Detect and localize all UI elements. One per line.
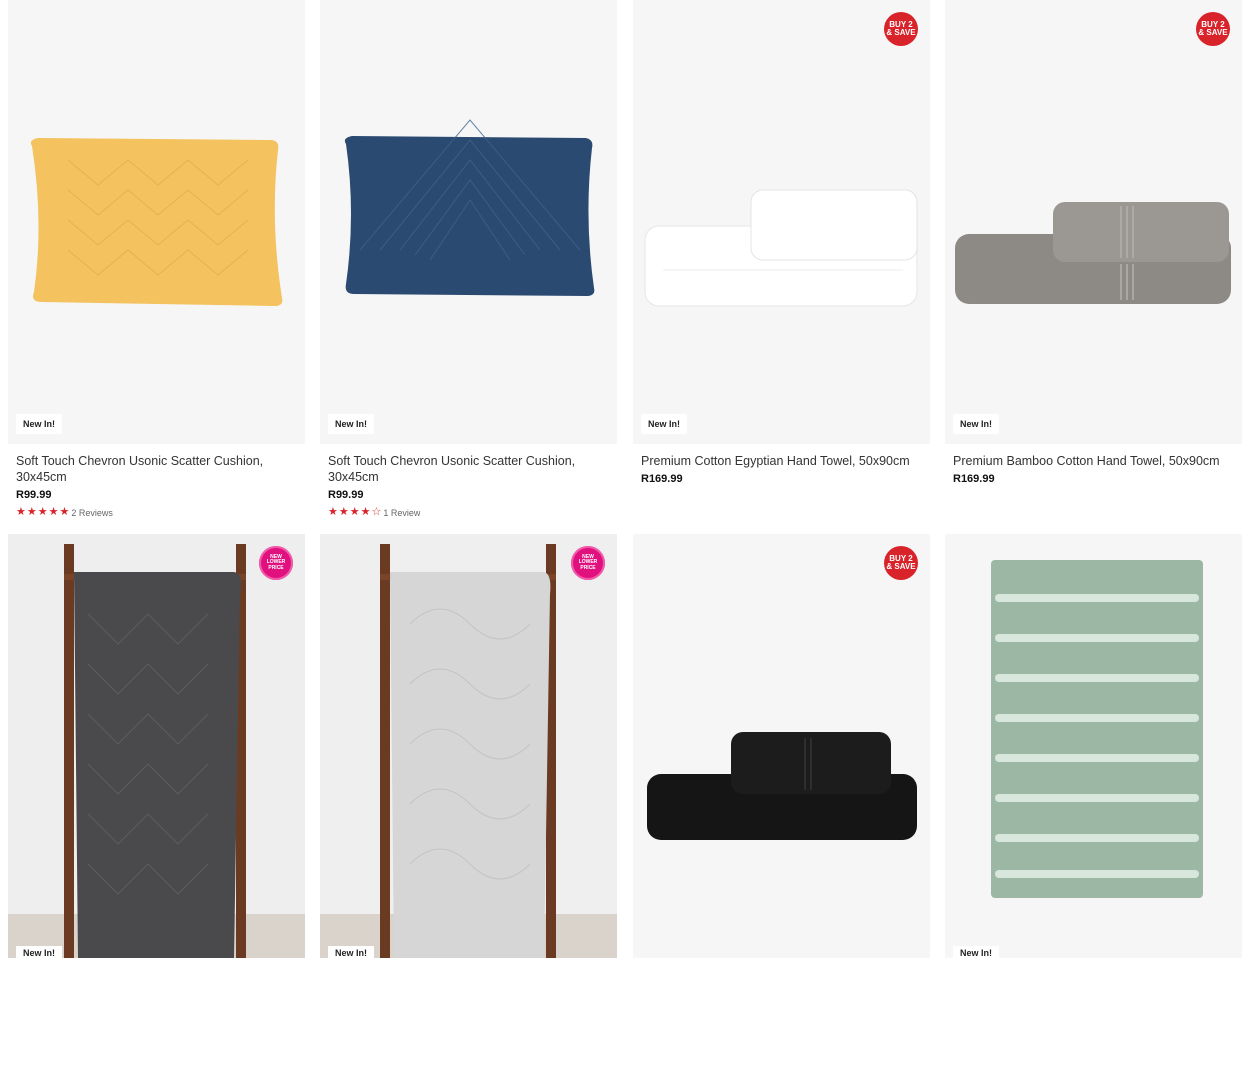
new-in-badge: New In!	[328, 946, 375, 961]
product-image[interactable]: NEW LOWER PRICE	[320, 534, 617, 958]
star-icon: ★	[360, 506, 371, 518]
cushion-yellow-image	[30, 138, 283, 306]
buy-2-save-badge: BUY 2 & SAVE	[884, 12, 918, 46]
product-price: R169.99	[953, 473, 995, 485]
star-icon: ★	[59, 506, 70, 518]
product-rating[interactable]: ★ ★ ★ ★ ☆ 1 Review	[328, 507, 609, 518]
product-title[interactable]: Soft Touch Chevron Usonic Scatter Cushio…	[328, 453, 609, 485]
throw-light-grey-image	[320, 534, 617, 958]
buy-2-save-badge: BUY 2 & SAVE	[1196, 12, 1230, 46]
towel-grey-image	[955, 202, 1231, 304]
new-in-badge: New In!	[328, 414, 375, 434]
towel-black-image	[647, 732, 917, 840]
product-rating[interactable]: ★ ★ ★ ★ ★ 2 Reviews	[16, 507, 297, 518]
bath-mat-image	[991, 560, 1203, 898]
buy-2-save-badge: BUY 2 & SAVE	[884, 546, 918, 580]
star-icon: ★	[48, 506, 59, 518]
product-image[interactable]: NEW LOWER PRICE	[8, 534, 305, 958]
product-image[interactable]	[945, 534, 1242, 958]
towel-white-image	[644, 189, 918, 307]
product-image[interactable]: New In!	[320, 0, 617, 444]
product-card[interactable]: BUY 2 & SAVE	[633, 534, 930, 958]
product-image[interactable]: BUY 2 & SAVE	[633, 534, 930, 958]
star-icon: ★	[16, 506, 26, 518]
product-card[interactable]: NEW LOWER PRICE New In!	[8, 534, 305, 961]
product-price: R99.99	[328, 489, 364, 501]
product-image[interactable]: BUY 2 & SAVE New In!	[945, 0, 1242, 444]
new-lower-price-badge: NEW LOWER PRICE	[571, 546, 605, 580]
review-count[interactable]: 2 Reviews	[71, 508, 113, 518]
product-card[interactable]: New In! Soft Touch Chevron Usonic Scatte…	[320, 0, 617, 518]
review-count[interactable]: 1 Review	[383, 508, 420, 518]
product-title[interactable]: Premium Bamboo Cotton Hand Towel, 50x90c…	[953, 453, 1234, 469]
new-lower-price-badge: NEW LOWER PRICE	[259, 546, 293, 580]
product-price: R169.99	[641, 473, 683, 485]
star-icon: ★	[26, 506, 37, 518]
throw-charcoal-image	[8, 534, 305, 958]
new-in-badge: New In!	[16, 946, 63, 961]
cushion-navy-image	[344, 119, 595, 296]
product-card[interactable]: New In!	[945, 534, 1242, 961]
star-icon: ★	[338, 506, 349, 518]
star-empty-icon: ☆	[371, 506, 382, 518]
product-card[interactable]: New In! Soft Touch Chevron Usonic Scatte…	[8, 0, 305, 518]
product-card[interactable]: NEW LOWER PRICE New In!	[320, 534, 617, 961]
new-in-badge: New In!	[953, 946, 1000, 961]
star-icon: ★	[349, 506, 360, 518]
product-title[interactable]: Soft Touch Chevron Usonic Scatter Cushio…	[16, 453, 297, 485]
product-image[interactable]: New In!	[8, 0, 305, 444]
new-in-badge: New In!	[641, 414, 688, 434]
product-card[interactable]: BUY 2 & SAVE New In! Premium Cotton Egypt…	[633, 0, 930, 485]
star-icon: ★	[37, 506, 48, 518]
product-image[interactable]: BUY 2 & SAVE New In!	[633, 0, 930, 444]
star-icon: ★	[328, 506, 338, 518]
new-in-badge: New In!	[16, 414, 63, 434]
product-price: R99.99	[16, 489, 52, 501]
new-in-badge: New In!	[953, 414, 1000, 434]
product-title[interactable]: Premium Cotton Egyptian Hand Towel, 50x9…	[641, 453, 922, 469]
product-card[interactable]: BUY 2 & SAVE New In! Premium Bamboo Cotto…	[945, 0, 1242, 485]
